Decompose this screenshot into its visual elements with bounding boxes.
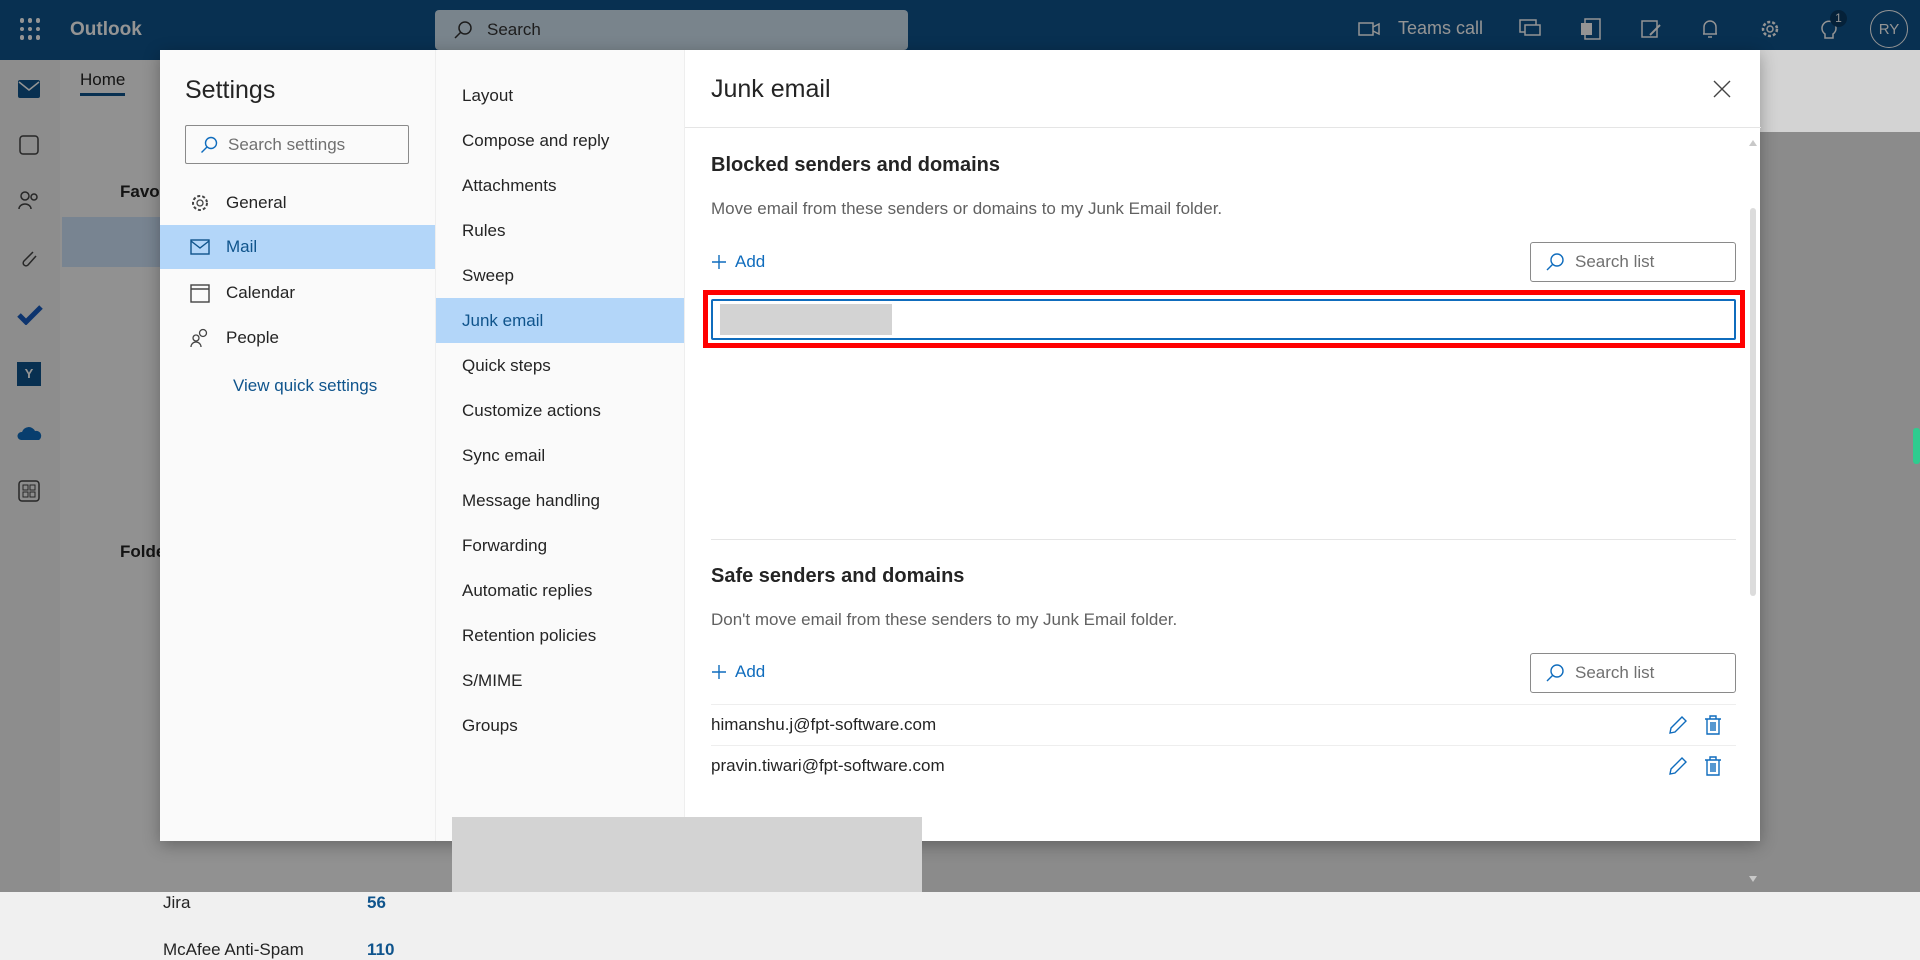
panel-title: Junk email: [711, 75, 831, 103]
green-edge-indicator: [1913, 428, 1920, 464]
blocked-title: Blocked senders and domains: [711, 154, 1000, 176]
close-icon[interactable]: [1713, 80, 1731, 98]
scroll-up-arrow[interactable]: [1749, 140, 1757, 146]
safe-sender-address: pravin.tiwari@fpt-software.com: [711, 756, 945, 775]
delete-trash-icon[interactable]: [1704, 756, 1722, 776]
section-groups[interactable]: Groups: [436, 703, 685, 748]
section-smime[interactable]: S/MIME: [436, 658, 685, 703]
blocked-add-button[interactable]: Add: [711, 252, 765, 272]
blocked-search-list[interactable]: Search list: [1530, 242, 1736, 282]
section-sweep[interactable]: Sweep: [436, 253, 685, 298]
people-icon: [190, 328, 208, 348]
header-divider: [685, 127, 1761, 128]
section-sync-email[interactable]: Sync email: [436, 433, 685, 478]
edit-pencil-icon[interactable]: [1668, 756, 1688, 776]
safe-title: Safe senders and domains: [711, 565, 965, 587]
search-icon: [1546, 253, 1564, 271]
section-message-handling[interactable]: Message handling: [436, 478, 685, 523]
scrollbar[interactable]: [1749, 140, 1757, 882]
category-label: Calendar: [226, 283, 295, 302]
section-customize-actions[interactable]: Customize actions: [436, 388, 685, 433]
gear-icon: [192, 195, 208, 211]
section-quick-steps[interactable]: Quick steps: [436, 343, 685, 388]
category-mail[interactable]: Mail: [160, 225, 435, 269]
search-icon: [201, 136, 218, 153]
folder-jira-count: 56: [367, 893, 386, 912]
category-calendar[interactable]: Calendar: [160, 271, 435, 315]
redacted-region: [452, 817, 922, 892]
folder-mcafee-count: 110: [367, 940, 395, 959]
safe-description: Don't move email from these senders to m…: [711, 610, 1178, 629]
category-people[interactable]: People: [160, 316, 435, 360]
blocked-sender-input[interactable]: [711, 299, 1736, 340]
junk-email-panel: Junk email Blocked senders and domains M…: [684, 50, 1761, 882]
safe-sender-row: pravin.tiwari@fpt-software.com: [711, 745, 1736, 786]
plus-icon: [712, 255, 726, 269]
section-rules[interactable]: Rules: [436, 208, 685, 253]
search-settings-placeholder: Search settings: [228, 134, 346, 154]
add-label: Add: [735, 252, 766, 271]
safe-sender-address: himanshu.j@fpt-software.com: [711, 715, 937, 734]
scroll-down-arrow[interactable]: [1749, 876, 1757, 882]
settings-title: Settings: [185, 76, 276, 104]
blocked-description: Move email from these senders or domains…: [711, 199, 1223, 218]
redacted-text: [720, 304, 892, 335]
edit-pencil-icon[interactable]: [1668, 715, 1688, 735]
delete-trash-icon[interactable]: [1704, 715, 1722, 735]
category-label: General: [226, 193, 287, 212]
safe-add-button[interactable]: Add: [711, 662, 765, 682]
section-divider: [711, 539, 1736, 540]
section-automatic-replies[interactable]: Automatic replies: [436, 568, 685, 613]
section-compose-and-reply[interactable]: Compose and reply: [436, 118, 685, 163]
view-quick-settings-link[interactable]: View quick settings: [233, 376, 377, 396]
search-list-placeholder: Search list: [1575, 663, 1655, 682]
add-label: Add: [735, 662, 766, 681]
settings-categories: Settings Search settings General Mail Ca…: [160, 50, 435, 841]
folder-mcafee[interactable]: McAfee Anti-Spam: [163, 940, 304, 960]
safe-search-list[interactable]: Search list: [1530, 653, 1736, 693]
category-label: People: [226, 328, 279, 347]
section-attachments[interactable]: Attachments: [436, 163, 685, 208]
section-retention-policies[interactable]: Retention policies: [436, 613, 685, 658]
search-settings-input[interactable]: Search settings: [185, 125, 409, 164]
calendar-icon: [190, 284, 210, 303]
search-list-placeholder: Search list: [1575, 252, 1655, 271]
search-icon: [1546, 664, 1564, 682]
section-forwarding[interactable]: Forwarding: [436, 523, 685, 568]
redacted-region: [1760, 50, 1920, 132]
category-general[interactable]: General: [160, 181, 435, 225]
mail-settings-sections: Layout Compose and reply Attachments Rul…: [435, 50, 685, 841]
section-layout[interactable]: Layout: [436, 73, 685, 118]
section-junk-email[interactable]: Junk email: [436, 298, 685, 343]
plus-icon: [712, 665, 726, 679]
mail-icon: [190, 239, 210, 255]
settings-dialog: Settings Search settings General Mail Ca…: [160, 50, 1761, 882]
safe-sender-row: himanshu.j@fpt-software.com: [711, 704, 1736, 745]
category-label: Mail: [226, 237, 258, 256]
scrollbar-thumb[interactable]: [1750, 208, 1756, 596]
folder-jira[interactable]: Jira: [163, 893, 190, 913]
